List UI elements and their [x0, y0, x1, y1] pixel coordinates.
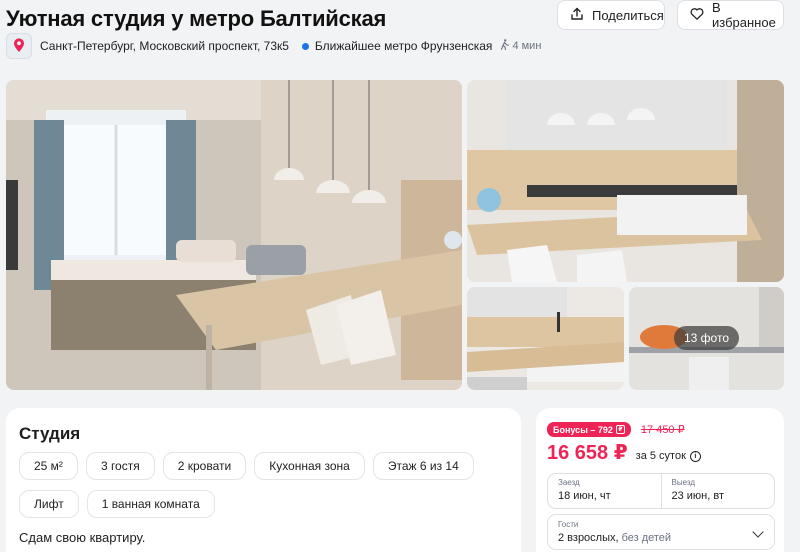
checkin-value: 18 июн, чт: [558, 490, 611, 502]
guests-extra: без детей: [621, 532, 672, 544]
listing-type: Студия: [19, 424, 81, 443]
map-thumbnail[interactable]: [6, 33, 32, 59]
checkout-value: 23 июн, вт: [671, 490, 725, 502]
date-picker[interactable]: Заезд 18 июн, чт Выезд 23 июн, вт: [547, 473, 775, 509]
address-text: Санкт-Петербург, Московский проспект, 73…: [40, 39, 289, 53]
photo-gallery: [6, 80, 784, 390]
walk-time: 4 мин: [500, 39, 541, 53]
walk-time-label: 4 мин: [512, 40, 542, 52]
feature-elevator: Лифт: [19, 490, 79, 518]
checkin-label: Заезд: [558, 478, 580, 487]
feature-beds: 2 кровати: [162, 452, 247, 480]
walking-icon: [500, 39, 510, 53]
bonus-label: Бонусы – 792: [553, 424, 613, 435]
feature-kitchen: Кухонная зона: [254, 452, 365, 480]
bonus-row: Бонусы – 792 ₽ 17 450 ₽: [547, 422, 685, 437]
photo-count-button[interactable]: 13 фото: [674, 326, 739, 350]
guests-value: 2 взрослых,: [558, 532, 619, 544]
kitchen-detail-photo[interactable]: [467, 287, 624, 390]
share-label: Поделиться: [592, 7, 664, 23]
map-pin-icon: [12, 37, 26, 56]
info-icon[interactable]: i: [689, 450, 701, 462]
bonus-badge: Бонусы – 792 ₽: [547, 422, 631, 437]
feature-floor: Этаж 6 из 14: [372, 452, 474, 480]
share-button[interactable]: Поделиться: [557, 0, 665, 30]
metro-text: Ближайшее метро Фрунзенская: [314, 39, 493, 53]
kitchen-photo[interactable]: [467, 80, 784, 282]
share-icon: [570, 7, 584, 24]
favorite-button[interactable]: В избранное: [677, 0, 784, 30]
guests-select[interactable]: Гости 2 взрослых, без детей: [547, 514, 775, 550]
page-title: Уютная студия у метро Балтийская: [6, 6, 387, 31]
main-photo[interactable]: [6, 80, 462, 390]
listing-description: Сдам свою квартиру.: [19, 530, 146, 545]
location-row: Санкт-Петербург, Московский проспект, 73…: [6, 33, 541, 59]
feature-bathroom: 1 ванная комната: [86, 490, 215, 518]
bonus-icon: ₽: [615, 425, 625, 434]
feature-area: 25 м²: [19, 452, 78, 480]
price: 16 658 ₽: [547, 442, 628, 464]
feature-list: 25 м² 3 гостя 2 кровати Кухонная зона Эт…: [19, 452, 499, 518]
checkout-label: Выезд: [671, 478, 696, 487]
old-price: 17 450 ₽: [640, 424, 685, 436]
guests-value-row: 2 взрослых, без детей: [558, 532, 764, 544]
favorite-label: В избранное: [712, 0, 776, 30]
checkin-field[interactable]: Заезд 18 июн, чт: [548, 474, 661, 508]
price-row: 16 658 ₽ за 5 суток i: [547, 440, 701, 465]
feature-guests: 3 гостя: [85, 452, 155, 480]
price-period: за 5 суток i: [636, 450, 701, 462]
metro-icon: [301, 42, 309, 50]
guests-label: Гости: [558, 520, 579, 529]
price-period-label: за 5 суток: [635, 450, 686, 462]
checkout-field[interactable]: Выезд 23 июн, вт: [660, 474, 775, 508]
booking-card: Бонусы – 792 ₽ 17 450 ₽ 16 658 ₽ за 5 су…: [536, 408, 784, 552]
heart-icon: [690, 7, 704, 24]
listing-card: Студия 25 м² 3 гостя 2 кровати Кухонная …: [6, 408, 521, 552]
